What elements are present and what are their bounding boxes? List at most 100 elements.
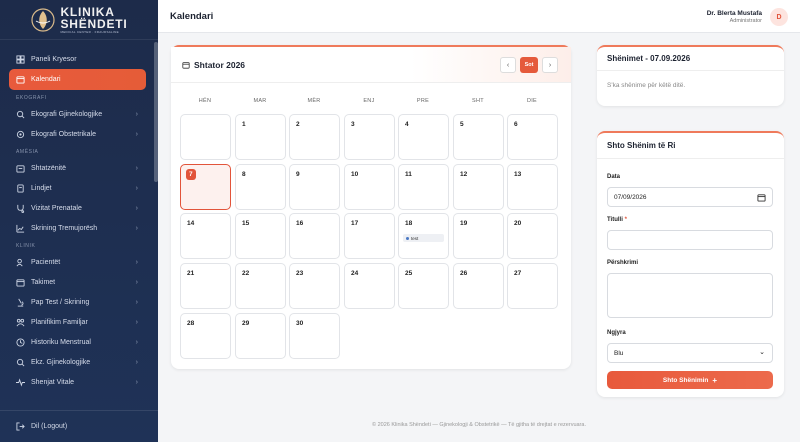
date-label: Data	[607, 174, 621, 180]
microscope-icon	[17, 298, 24, 307]
add-note-button[interactable]: Shto Shënimin +	[607, 371, 773, 389]
calendar-day-11[interactable]: 11	[398, 164, 449, 210]
calendar-day-2[interactable]: 2	[289, 114, 340, 160]
day-number: 22	[242, 270, 250, 277]
next-month-button[interactable]: ›	[542, 57, 558, 73]
calendar-day-5[interactable]: 5	[453, 114, 504, 160]
sidebar-item-ekografi-obstetrikale[interactable]: Ekografi Obstetrikale ›	[0, 124, 158, 144]
logo-tagline: MEDICAL CENTER · FRAUDSALINE	[60, 29, 119, 34]
color-select[interactable]: Blu ⌄	[607, 343, 773, 363]
calendar-day-8[interactable]: 8	[235, 164, 286, 210]
title-label-text: Titulli	[607, 217, 623, 223]
calendar-day-26[interactable]: 26	[453, 263, 504, 309]
logout-button[interactable]: Dil (Logout)	[0, 410, 158, 442]
sidebar-item-label: Pap Test / Skrining	[31, 298, 90, 306]
sidebar-item-historiku-menstrual[interactable]: Historiku Menstrual ›	[0, 332, 158, 352]
history-icon	[16, 337, 25, 347]
month-label: Shtator 2026	[194, 59, 246, 70]
day-number: 1	[242, 121, 246, 128]
sidebar-nav: Paneli Kryesor Kalendari EKOGRAFI Ekogra…	[0, 49, 158, 392]
calendar-day-21[interactable]: 21	[180, 263, 231, 309]
calendar-day-17[interactable]: 17	[344, 213, 395, 259]
chevron-right-icon: ›	[135, 224, 138, 232]
add-note-card: Shto Shënim të Ri Data 07/09/2026 Titull…	[597, 131, 784, 397]
chevron-right-icon: ›	[135, 258, 138, 266]
calendar-cell-empty[interactable]	[180, 114, 231, 160]
required-mark: *	[624, 217, 627, 223]
sidebar-item-label: Historiku Menstrual	[31, 338, 91, 346]
page-title: Kalendari	[170, 10, 214, 22]
calendar-day-7[interactable]: 7	[180, 164, 231, 210]
calendar-day-27[interactable]: 27	[507, 263, 558, 309]
calendar-day-6[interactable]: 6	[507, 114, 558, 160]
day-number: 19	[460, 220, 468, 227]
calendar-day-15[interactable]: 15	[235, 213, 286, 259]
calendar-day-12[interactable]: 12	[453, 164, 504, 210]
weekday-label: SHT	[472, 98, 484, 104]
chevron-right-icon: ›	[135, 318, 138, 326]
calendar-day-24[interactable]: 24	[344, 263, 395, 309]
sidebar-item-pap-test[interactable]: Pap Test / Skrining ›	[0, 292, 158, 312]
day-number: 16	[296, 220, 304, 227]
logo-icon	[31, 7, 56, 32]
description-textarea[interactable]	[607, 273, 773, 318]
calendar-event[interactable]: test	[403, 234, 444, 242]
chevron-right-icon: ›	[135, 184, 138, 192]
birth-icon	[17, 183, 24, 193]
day-number: 3	[351, 121, 355, 128]
sidebar-item-vizitat-prenatale[interactable]: Vizitat Prenatale ›	[0, 198, 158, 218]
weekday-label: MËR	[307, 98, 321, 104]
day-number: 15	[242, 220, 250, 227]
calendar-day-18[interactable]: 18 test	[398, 213, 449, 259]
title-input[interactable]	[607, 230, 773, 250]
calendar-day-29[interactable]: 29	[235, 313, 286, 359]
calendar-day-23[interactable]: 23	[289, 263, 340, 309]
calendar-day-25[interactable]: 25	[398, 263, 449, 309]
family-icon	[16, 318, 25, 326]
calendar-day-28[interactable]: 28	[180, 313, 231, 359]
sidebar-item-takimet[interactable]: Takimet ›	[0, 272, 158, 292]
user-menu[interactable]: Dr. Blerta Mustafa Administrator D	[707, 8, 788, 26]
day-number: 20	[514, 220, 522, 227]
calendar-day-9[interactable]: 9	[289, 164, 340, 210]
avatar[interactable]: D	[770, 8, 788, 26]
calendar-day-1[interactable]: 1	[235, 114, 286, 160]
prev-month-button[interactable]: ‹	[500, 57, 516, 73]
sidebar-item-ekz-gjinekologjike[interactable]: Ekz. Gjinekologjike ›	[0, 352, 158, 372]
calendar-day-14[interactable]: 14	[180, 213, 231, 259]
sidebar-item-dashboard[interactable]: Paneli Kryesor	[0, 49, 158, 69]
calendar-icon	[16, 76, 25, 84]
sidebar-item-shtatzenite[interactable]: Shtatzënitë ›	[0, 158, 158, 178]
section-title: KLINIK	[16, 243, 36, 249]
calendar-day-30[interactable]: 30	[289, 313, 340, 359]
dashboard-icon	[16, 54, 25, 64]
sidebar-item-shenjat-vitale[interactable]: Shenjat Vitale ›	[0, 372, 158, 392]
date-field[interactable]: 07/09/2026	[607, 187, 773, 207]
day-number: 29	[242, 320, 250, 327]
calendar-day-10[interactable]: 10	[344, 164, 395, 210]
sidebar-item-planifikim-familjar[interactable]: Planifikim Familjar ›	[0, 312, 158, 332]
calendar-day-20[interactable]: 20	[507, 213, 558, 259]
calendar-day-13[interactable]: 13	[507, 164, 558, 210]
sidebar-item-calendar[interactable]: Kalendari	[9, 69, 146, 90]
calendar-day-3[interactable]: 3	[344, 114, 395, 160]
sidebar-item-skrining-tremujoresh[interactable]: Skrining Tremujorësh ›	[0, 218, 158, 238]
calendar-day-16[interactable]: 16	[289, 213, 340, 259]
sidebar-item-ekografi-gjinekologjike[interactable]: Ekografi Gjinekologjike ›	[0, 104, 158, 124]
calendar-icon[interactable]	[757, 193, 766, 202]
chevron-right-icon: ›	[135, 358, 138, 366]
calendar-day-19[interactable]: 19	[453, 213, 504, 259]
day-number: 5	[460, 121, 464, 128]
chevron-right-icon: ›	[135, 378, 138, 386]
ultrasound-icon	[16, 130, 25, 138]
pregnancy-icon	[16, 164, 25, 173]
calendar-day-4[interactable]: 4	[398, 114, 449, 160]
topbar: Kalendari Dr. Blerta Mustafa Administrat…	[158, 0, 800, 33]
calendar-day-22[interactable]: 22	[235, 263, 286, 309]
sidebar-item-pacientet[interactable]: Pacientët ›	[0, 252, 158, 272]
chart-icon	[16, 224, 25, 233]
sidebar-item-lindjet[interactable]: Lindjet ›	[0, 178, 158, 198]
day-number: 14	[187, 220, 195, 227]
today-button[interactable]: Sot	[520, 57, 538, 73]
day-number: 21	[187, 270, 195, 277]
